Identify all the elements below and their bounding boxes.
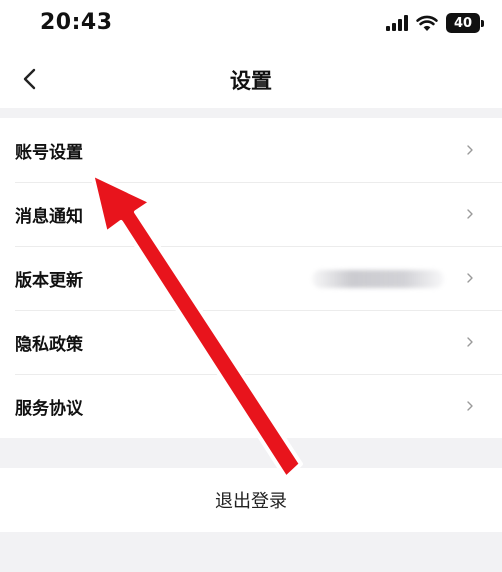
nav-bar: 设置	[0, 50, 502, 108]
bottom-area	[0, 532, 502, 572]
status-icons: 40	[386, 12, 484, 34]
settings-item-label: 服务协议	[15, 398, 83, 419]
status-bar: 20:43 40	[0, 0, 502, 50]
battery-level: 40	[453, 15, 473, 31]
chevron-right-icon	[467, 209, 473, 219]
settings-item-label: 隐私政策	[15, 334, 83, 355]
settings-item-label: 消息通知	[15, 206, 83, 227]
page-title: 设置	[230, 69, 272, 93]
settings-item-label: 账号设置	[15, 142, 83, 163]
version-value-blurred	[312, 270, 444, 288]
settings-item-account[interactable]: 账号设置	[0, 118, 502, 182]
settings-item-version-update[interactable]: 版本更新	[0, 246, 502, 310]
settings-item-label: 版本更新	[15, 270, 83, 291]
signal-icon	[386, 15, 408, 31]
section-gap	[0, 108, 502, 118]
status-time: 20:43	[40, 10, 113, 35]
chevron-right-icon	[467, 337, 473, 347]
section-gap	[0, 438, 502, 468]
settings-item-service-agreement[interactable]: 服务协议	[0, 374, 502, 438]
settings-item-notifications[interactable]: 消息通知	[0, 182, 502, 246]
settings-item-privacy-policy[interactable]: 隐私政策	[0, 310, 502, 374]
battery-icon: 40	[446, 13, 484, 33]
logout-button[interactable]: 退出登录	[0, 468, 502, 532]
settings-list: 账号设置 消息通知 版本更新 隐私政策 服务协议	[0, 118, 502, 438]
chevron-right-icon	[467, 401, 473, 411]
logout-label: 退出登录	[215, 491, 287, 512]
wifi-icon	[416, 15, 438, 31]
chevron-right-icon	[467, 145, 473, 155]
chevron-right-icon	[467, 273, 473, 283]
